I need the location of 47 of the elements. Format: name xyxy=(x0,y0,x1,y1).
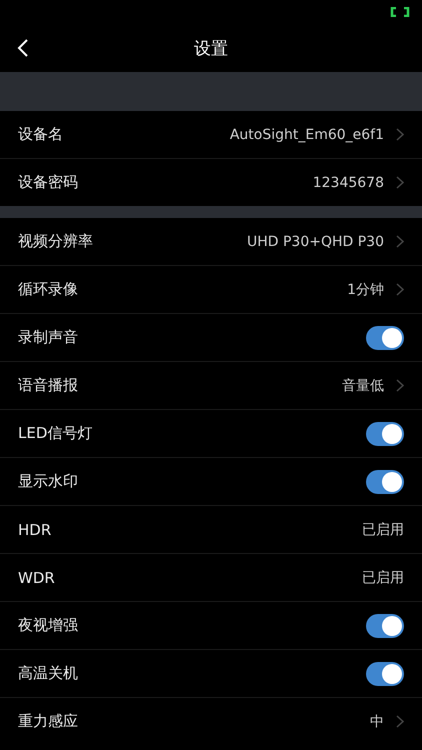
page-title: 设置 xyxy=(194,38,228,60)
setting-label: 设备密码 xyxy=(18,173,79,192)
setting-label: 高温关机 xyxy=(18,664,79,683)
toggle-switch[interactable] xyxy=(366,614,404,638)
settings-row[interactable]: 设备密码 12345678 xyxy=(0,159,422,206)
settings-row[interactable]: 语音播报 音量低 xyxy=(0,362,422,410)
setting-label: 语音播报 xyxy=(18,376,79,395)
setting-label: HDR xyxy=(18,520,52,538)
setting-value: UHD P30+QHD P30 xyxy=(246,234,384,250)
chevron-right-icon xyxy=(396,235,404,248)
toggle-switch[interactable] xyxy=(366,326,404,350)
chevron-right-icon xyxy=(396,283,404,296)
chevron-right-icon xyxy=(396,176,404,189)
status-icon xyxy=(390,7,410,17)
setting-label: 重力感应 xyxy=(18,712,79,731)
setting-value: 已启用 xyxy=(362,568,404,586)
settings-row[interactable]: 显示水印 xyxy=(0,458,422,506)
setting-label: WDR xyxy=(18,568,56,586)
setting-value: 已启用 xyxy=(362,520,404,538)
setting-value: 中 xyxy=(370,712,384,730)
setting-label: 夜视增强 xyxy=(18,616,79,635)
settings-row[interactable]: 录制声音 xyxy=(0,314,422,362)
settings-row[interactable]: 循环录像 1分钟 xyxy=(0,266,422,314)
settings-row[interactable]: 设备名 AutoSight_Em60_e6f1 xyxy=(0,111,422,159)
settings-row[interactable]: 重力感应 中 xyxy=(0,698,422,745)
toggle-switch[interactable] xyxy=(366,662,404,686)
settings-row[interactable]: 高温关机 xyxy=(0,650,422,698)
setting-label: 录制声音 xyxy=(18,328,79,347)
setting-value: AutoSight_Em60_e6f1 xyxy=(230,126,384,142)
setting-label: 显示水印 xyxy=(18,472,79,491)
setting-label: 视频分辨率 xyxy=(18,232,94,251)
setting-label: 设备名 xyxy=(18,125,64,144)
setting-label: 循环录像 xyxy=(18,280,79,299)
setting-value: 音量低 xyxy=(342,376,384,394)
chevron-right-icon xyxy=(396,379,404,392)
chevron-right-icon xyxy=(396,715,404,728)
settings-row[interactable]: LED信号灯 xyxy=(0,410,422,458)
settings-row[interactable]: 夜视增强 xyxy=(0,602,422,650)
settings-row[interactable]: HDR 已启用 xyxy=(0,506,422,554)
setting-value: 1分钟 xyxy=(347,280,384,298)
settings-row[interactable]: 视频分辨率 UHD P30+QHD P30 xyxy=(0,218,422,266)
setting-label: LED信号灯 xyxy=(18,424,94,443)
toggle-switch[interactable] xyxy=(366,470,404,494)
toggle-switch[interactable] xyxy=(366,422,404,446)
chevron-right-icon xyxy=(396,128,404,141)
settings-row[interactable]: WDR 已启用 xyxy=(0,554,422,602)
setting-value: 12345678 xyxy=(312,174,384,190)
